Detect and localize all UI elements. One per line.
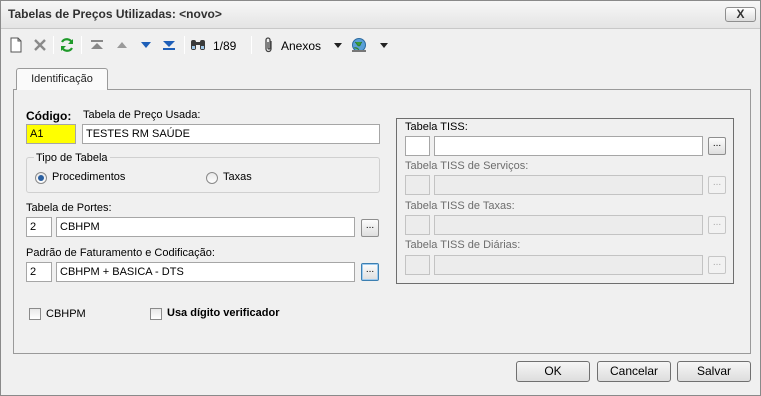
record-position: 1/89 — [213, 39, 237, 53]
digito-checkbox[interactable] — [150, 308, 162, 320]
radio-taxas-label[interactable]: Taxas — [223, 171, 252, 183]
anexos-dropdown-icon[interactable] — [328, 35, 348, 55]
portes-code-input[interactable]: 2 — [26, 217, 52, 237]
portes-lookup-button[interactable]: ... — [361, 219, 379, 237]
window-title: Tabelas de Preços Utilizadas: <novo> — [8, 7, 222, 21]
globe-dropdown-icon[interactable] — [374, 35, 394, 55]
tiss-taxas-lookup-button: ... — [708, 216, 726, 234]
cancel-button[interactable]: Cancelar — [597, 361, 671, 382]
portes-label: Tabela de Portes: — [26, 202, 112, 214]
anexos-menu[interactable]: Anexos — [281, 39, 321, 53]
toolbar: 1/89 Anexos — [1, 31, 760, 59]
padrao-code-input[interactable]: 2 — [26, 262, 52, 282]
new-document-icon[interactable] — [6, 35, 26, 55]
radio-taxas[interactable] — [206, 172, 218, 184]
tiss-diarias-value-input — [434, 255, 703, 275]
refresh-icon[interactable] — [57, 35, 77, 55]
cbhpm-checkbox-label[interactable]: CBHPM — [46, 308, 86, 320]
tiss-servicos-lookup-button: ... — [708, 176, 726, 194]
title-bar: Tabelas de Preços Utilizadas: <novo> X — [1, 1, 760, 29]
tiss-servicos-code-input — [405, 175, 430, 195]
radio-procedimentos[interactable] — [35, 172, 47, 184]
digito-checkbox-label[interactable]: Usa dígito verificador — [167, 307, 279, 319]
first-record-icon[interactable] — [87, 35, 107, 55]
padrao-lookup-button[interactable]: ... — [361, 263, 379, 281]
tipo-tabela-label: Tipo de Tabela — [34, 152, 110, 164]
cbhpm-checkbox[interactable] — [29, 308, 41, 320]
tiss-label: Tabela TISS: — [405, 121, 468, 133]
tabela-usada-input[interactable]: TESTES RM SAÚDE — [82, 124, 380, 144]
padrao-label: Padrão de Faturamento e Codificação: — [26, 247, 215, 259]
tiss-lookup-button[interactable]: ... — [708, 137, 726, 155]
tiss-value-input[interactable] — [434, 136, 703, 156]
tiss-taxas-value-input — [434, 215, 703, 235]
tiss-diarias-code-input — [405, 255, 430, 275]
tiss-diarias-lookup-button: ... — [708, 256, 726, 274]
tiss-servicos-value-input — [434, 175, 703, 195]
codigo-input[interactable]: A1 — [26, 124, 76, 144]
tiss-taxas-code-input — [405, 215, 430, 235]
padrao-value-input[interactable]: CBHPM + BASICA - DTS — [56, 262, 355, 282]
save-button[interactable]: Salvar — [677, 361, 751, 382]
binoculars-icon[interactable] — [188, 35, 208, 55]
tiss-code-input[interactable] — [405, 136, 430, 156]
next-record-icon[interactable] — [136, 35, 156, 55]
dialog-window: Tabelas de Preços Utilizadas: <novo> X 1… — [0, 0, 761, 396]
codigo-label: Código: — [26, 109, 72, 123]
delete-icon[interactable] — [30, 35, 50, 55]
ok-button[interactable]: OK — [516, 361, 590, 382]
paperclip-icon[interactable] — [259, 35, 279, 55]
radio-procedimentos-label[interactable]: Procedimentos — [52, 171, 125, 183]
tiss-taxas-label: Tabela TISS de Taxas: — [405, 200, 515, 212]
tab-identificacao[interactable]: Identificação — [16, 68, 108, 90]
tiss-diarias-label: Tabela TISS de Diárias: — [405, 239, 521, 251]
tabela-usada-label: Tabela de Preço Usada: — [83, 109, 201, 121]
globe-icon[interactable] — [349, 35, 369, 55]
tiss-servicos-label: Tabela TISS de Serviços: — [405, 160, 529, 172]
previous-record-icon[interactable] — [112, 35, 132, 55]
close-button[interactable]: X — [725, 7, 756, 22]
last-record-icon[interactable] — [159, 35, 179, 55]
portes-value-input[interactable]: CBHPM — [56, 217, 355, 237]
